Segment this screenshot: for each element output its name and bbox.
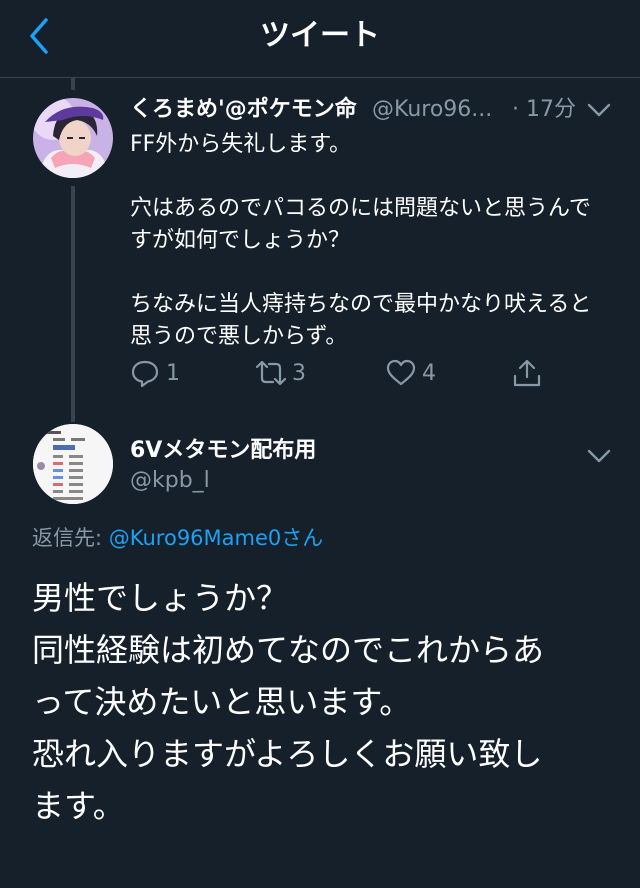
heart-icon	[386, 359, 416, 386]
reply-to-line: 返信先: @Kuro96Mame0さん	[32, 523, 323, 553]
tweet-text-line: すが如何でしょうか？	[130, 228, 351, 253]
tweet-timestamp[interactable]: · 17分	[512, 94, 576, 126]
tweet-menu-button[interactable]	[586, 100, 612, 120]
tweet-text-line: ちなみに当人痔持ちなので最中かなり吠えると	[130, 292, 592, 317]
chevron-down-icon	[587, 449, 611, 463]
tweet-text-line: ます。	[32, 787, 125, 825]
retweet-button[interactable]: 3	[256, 356, 306, 390]
author-display-name[interactable]: 6Vメタモン配布用	[130, 436, 316, 466]
like-button[interactable]: 4	[386, 356, 436, 390]
reply-to-mention[interactable]: @Kuro96Mame0さん	[109, 526, 324, 550]
thread-line-top	[71, 78, 75, 90]
tweet-text-line: って決めたいと思います。	[32, 683, 412, 721]
retweet-count: 3	[292, 360, 306, 386]
tweet-menu-button[interactable]	[586, 446, 612, 466]
tweet-text: FF外から失礼します。 穴はあるのでパコるのには問題ないと思うんで すが如何でし…	[130, 129, 620, 353]
page-title: ツイート	[260, 18, 380, 53]
reply-count: 1	[166, 360, 180, 386]
author-display-name[interactable]: くろまめ'@ポケモン命	[130, 94, 357, 126]
tweet-text-line: 穴はあるのでパコるのには問題ないと思うんで	[130, 196, 591, 221]
tweet-text-line: 恐れ入りますがよろしくお願い致し	[32, 735, 543, 773]
tweet-text: 男性でしょうか？ 同性経験は初めてなのでこれからあ って決めたいと思います。 恐…	[32, 572, 612, 832]
tweet-text-line: 思うので悪しからず。	[130, 324, 348, 349]
share-icon	[513, 359, 541, 387]
avatar[interactable]	[33, 424, 113, 504]
share-button[interactable]	[512, 356, 548, 390]
avatar[interactable]	[33, 98, 113, 178]
reply-button[interactable]: 1	[130, 356, 180, 390]
author-handle[interactable]: @Kuro96...	[372, 94, 492, 126]
like-count: 4	[422, 360, 436, 386]
author-handle[interactable]: @kpb_l	[130, 466, 210, 496]
top-bar: ツイート	[0, 0, 640, 78]
chevron-down-icon	[587, 103, 611, 117]
reply-icon	[131, 360, 159, 388]
reply-to-label: 返信先:	[32, 526, 109, 550]
tweet-actions: 1 3 4	[130, 356, 550, 390]
tweet-text-line: FF外から失礼します。	[130, 132, 352, 157]
tweet-text-line: 男性でしょうか？	[32, 579, 289, 617]
thread-line	[71, 186, 75, 422]
tweet-text-line: 同性経験は初めてなのでこれからあ	[32, 631, 545, 669]
retweet-icon	[256, 360, 286, 386]
